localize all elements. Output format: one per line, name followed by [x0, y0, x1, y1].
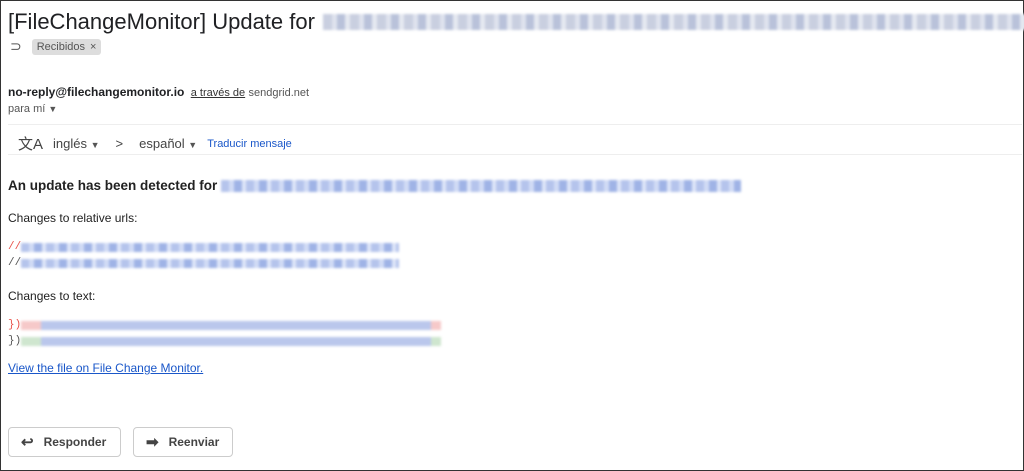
- target-language-dropdown[interactable]: español ▼: [139, 136, 197, 151]
- email-subject: [FileChangeMonitor] Update for: [8, 9, 1024, 35]
- remove-label-icon[interactable]: ×: [90, 41, 96, 53]
- source-language-dropdown[interactable]: inglés ▼: [53, 136, 100, 151]
- importance-marker-icon[interactable]: ⊃: [10, 38, 22, 55]
- view-file-link[interactable]: View the file on File Change Monitor.: [8, 361, 203, 375]
- divider: [8, 154, 1022, 155]
- via-link[interactable]: a través de: [191, 87, 245, 99]
- added-url-line: //: [8, 255, 741, 271]
- forward-button[interactable]: ➡ Reenviar: [133, 427, 233, 457]
- reply-button[interactable]: ↩ Responder: [8, 427, 121, 457]
- redacted-url: [322, 14, 1024, 30]
- forward-icon: ➡: [146, 434, 159, 451]
- translate-icon: 文A: [18, 136, 44, 153]
- text-changes-label: Changes to text:: [8, 289, 96, 303]
- chevron-down-icon: ▼: [188, 140, 198, 150]
- sender-email[interactable]: no-reply@filechangemonitor.io: [8, 85, 184, 99]
- translate-bar: 文A inglés ▼ > español ▼ Traducir mensaje: [18, 133, 292, 154]
- sender-domain: sendgrid.net: [248, 87, 310, 99]
- chevron-down-icon: ▼: [90, 140, 100, 150]
- label-chip: Recibidos ×: [31, 38, 102, 55]
- relative-urls-label: Changes to relative urls:: [8, 211, 138, 225]
- arrow-icon: >: [115, 136, 124, 151]
- reply-icon: ↩: [21, 434, 34, 451]
- email-body: An update has been detected for Changes …: [8, 178, 742, 375]
- removed-url-line: //: [8, 239, 741, 255]
- added-text-line: }): [8, 333, 741, 349]
- translate-message-link[interactable]: Traducir mensaje: [207, 138, 292, 150]
- removed-text-line: }): [8, 317, 741, 333]
- divider: [8, 124, 1022, 125]
- redacted-file-link[interactable]: [221, 179, 742, 192]
- sender-info: no-reply@filechangemonitor.io a través d…: [8, 85, 309, 99]
- update-heading: An update has been detected for: [8, 178, 742, 193]
- chevron-down-icon: ▼: [48, 104, 58, 114]
- recipient-dropdown[interactable]: para mí ▼: [8, 103, 57, 115]
